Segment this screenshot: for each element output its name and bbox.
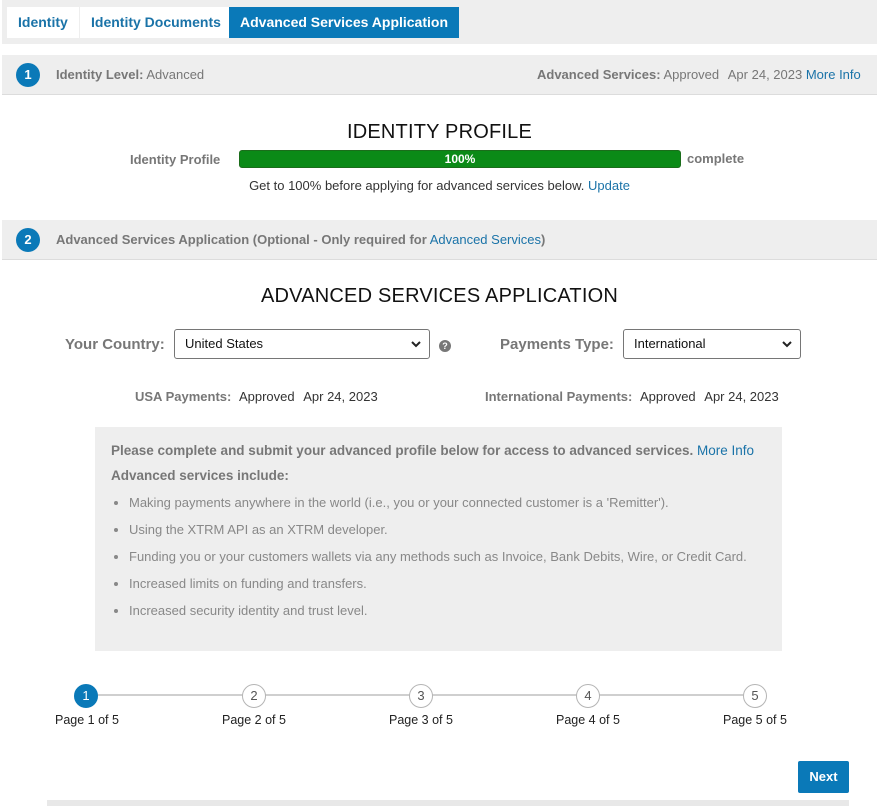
advanced-services-application-bar: 2 Advanced Services Application (Optiona… [2,220,877,260]
advanced-services-date: Apr 24, 2023 [727,67,803,82]
wizard-step-5[interactable]: 5 [743,684,767,708]
wizard-step-2[interactable]: 2 [242,684,266,708]
page-frame: Identity Identity Documents Advanced Ser… [2,0,877,806]
next-button[interactable]: Next [798,761,849,793]
info-lead: Please complete and submit your advanced… [111,443,766,458]
step2-close-paren: ) [541,232,546,247]
profile-note: Get to 100% before applying for advanced… [2,178,877,193]
progress-label: Identity Profile [130,152,221,167]
advanced-services-status: Advanced Services: Approved Apr 24, 2023… [537,67,861,82]
wizard-step-label: Page 1 of 5 [55,713,119,727]
chevron-down-icon [782,341,792,348]
international-payments-label: International Payments: [485,389,633,404]
wizard-step-1[interactable]: 1 [74,684,98,708]
tab-identity[interactable]: Identity [7,7,79,38]
wizard-step-label: Page 3 of 5 [389,713,453,727]
step2-heading: Advanced Services Application (Optional … [56,232,545,247]
list-item: Making payments anywhere in the world (i… [129,495,766,510]
help-icon[interactable]: ? [439,340,451,352]
step2-label: Advanced Services Application (Optional … [56,232,427,247]
step-number-badge: 1 [16,63,40,87]
country-value: United States [185,336,264,351]
list-item: Funding you or your customers wallets vi… [129,549,766,564]
identity-level: Identity Level: Advanced [56,67,204,82]
list-item: Increased limits on funding and transfer… [129,576,766,591]
country-label: Your Country: [65,336,165,353]
payments-type-label: Payments Type: [500,336,614,353]
services-list: Making payments anywhere in the world (i… [111,495,766,618]
progress-percent: 100% [444,152,476,166]
info-more-info-link[interactable]: More Info [697,443,754,458]
info-subheading: Advanced services include: [111,468,289,483]
payments-type-value: International [634,336,706,351]
usa-payments-value: Approved [238,389,295,404]
bottom-section-edge [47,800,849,806]
application-title: ADVANCED SERVICES APPLICATION [260,285,618,307]
identity-level-label: Identity Level: [56,67,144,82]
international-payments-date: Apr 24, 2023 [704,389,779,404]
country-select[interactable]: United States [174,329,430,359]
international-payments-status: International Payments: Approved Apr 24,… [485,389,779,404]
more-info-link[interactable]: More Info [806,67,861,82]
profile-note-text: Get to 100% before applying for advanced… [249,178,585,193]
payments-type-select[interactable]: International [623,329,801,359]
advanced-services-info-box: Please complete and submit your advanced… [95,427,782,651]
chevron-down-icon [411,341,421,348]
wizard-step-4[interactable]: 4 [576,684,600,708]
info-lead-text: Please complete and submit your advanced… [111,443,694,458]
advanced-services-link[interactable]: Advanced Services [430,232,541,247]
identity-progress-bar: 100% [239,150,681,168]
update-link[interactable]: Update [588,178,630,193]
international-payments-value: Approved [640,389,696,404]
wizard-step-label: Page 5 of 5 [723,713,787,727]
identity-level-value: Advanced [146,67,205,82]
tab-identity-documents[interactable]: Identity Documents [80,7,232,38]
usa-payments-status: USA Payments: Approved Apr 24, 2023 [135,389,378,404]
usa-payments-label: USA Payments: [135,389,232,404]
advanced-services-label: Advanced Services: [537,67,661,82]
advanced-services-status-value: Approved [663,67,720,82]
step-number-badge: 2 [16,228,40,252]
progress-suffix: complete [687,151,745,166]
tab-bar: Identity Identity Documents Advanced Ser… [2,0,877,44]
list-item: Using the XTRM API as an XTRM developer. [129,522,766,537]
tab-advanced-services-application[interactable]: Advanced Services Application [229,7,459,38]
wizard-step-label: Page 2 of 5 [222,713,286,727]
wizard-step-label: Page 4 of 5 [556,713,620,727]
identity-level-bar: 1 Identity Level: Advanced Advanced Serv… [2,55,877,95]
list-item: Increased security identity and trust le… [129,603,766,618]
usa-payments-date: Apr 24, 2023 [303,389,378,404]
identity-profile-title: IDENTITY PROFILE [346,121,533,143]
wizard-step-3[interactable]: 3 [409,684,433,708]
